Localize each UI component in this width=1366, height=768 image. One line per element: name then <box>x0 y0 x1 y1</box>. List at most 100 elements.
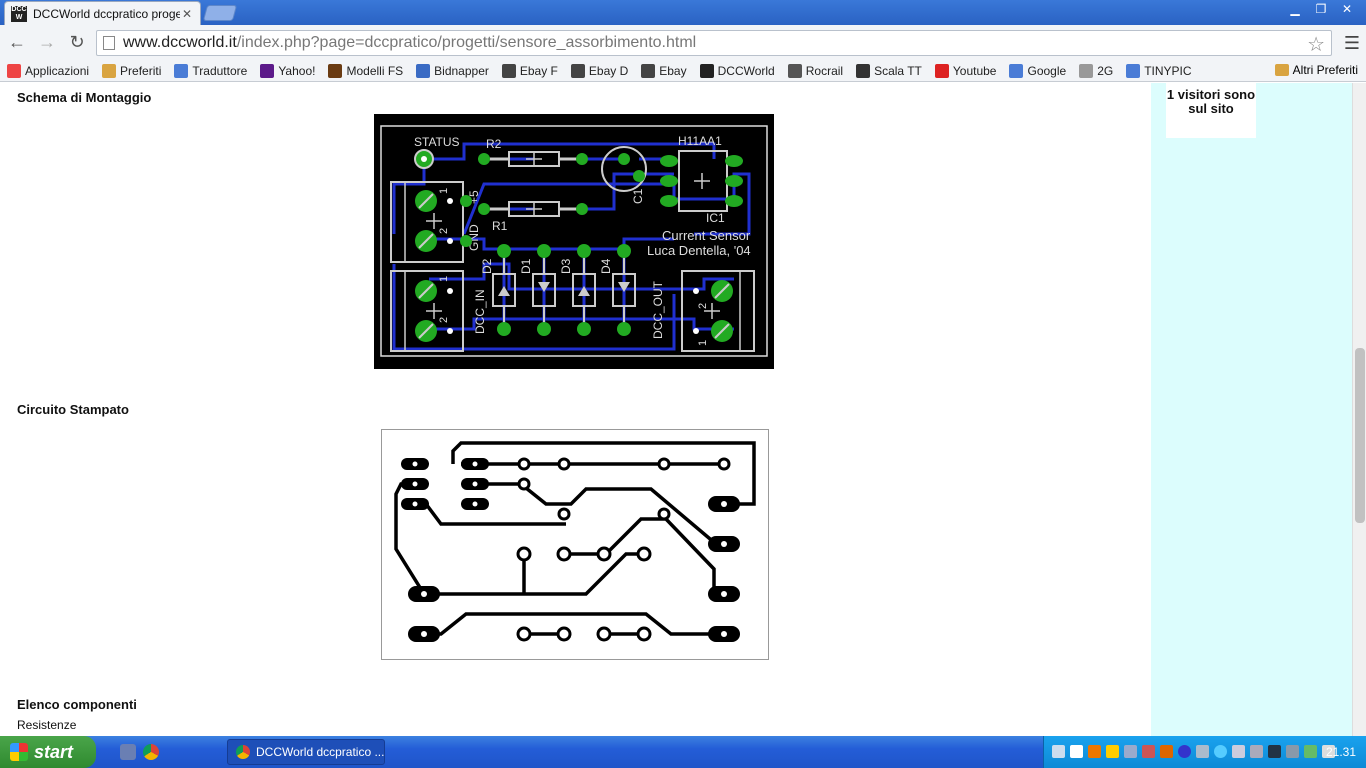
bookmark-label: Applicazioni <box>25 63 90 78</box>
close-window-icon[interactable]: ✕ <box>1336 2 1358 16</box>
taskbar: start DCCWorld dccpratico ... 21.31 <box>0 736 1366 768</box>
bookmark-ebay-d[interactable]: Ebay D <box>570 63 629 78</box>
assembly-diagram: STATUS R2 C1 R1 H11AA1 IC1 Current Senso… <box>374 114 774 369</box>
system-tray: 21.31 <box>1043 736 1366 768</box>
address-bar[interactable]: www.dccworld.it/index.php?page=dccpratic… <box>96 30 1332 56</box>
tray-icon[interactable] <box>1196 745 1209 758</box>
bookmark-label: Ebay D <box>588 63 629 78</box>
tray-icon[interactable] <box>1214 745 1227 758</box>
tab-close-icon[interactable]: ✕ <box>180 7 194 21</box>
folder-icon <box>1274 64 1289 76</box>
tray-icon[interactable] <box>1124 745 1137 758</box>
bookmark-yahoo-[interactable]: Yahoo! <box>260 63 316 78</box>
tray-icon[interactable] <box>1106 745 1119 758</box>
svg-text:H11AA1: H11AA1 <box>678 134 722 148</box>
bluetooth-icon[interactable] <box>1178 745 1191 758</box>
translate-icon <box>174 63 189 78</box>
bookmark-label: Google <box>1027 63 1067 78</box>
tray-icon[interactable] <box>1052 745 1065 758</box>
bookmark-label: Ebay F <box>519 63 558 78</box>
bookmark-label: 2G <box>1097 63 1114 78</box>
clock: 21.31 <box>1325 745 1356 759</box>
bookmark-preferiti[interactable]: Preferiti <box>102 63 161 78</box>
svg-text:D1: D1 <box>519 258 533 274</box>
taskbar-chrome-window[interactable]: DCCWorld dccpratico ... <box>227 739 385 765</box>
ebay-icon <box>501 63 516 78</box>
tray-icon[interactable] <box>1286 745 1299 758</box>
bookmark-label: TINYPIC <box>1144 63 1192 78</box>
bookmark-ebay[interactable]: Ebay <box>641 63 687 78</box>
svg-text:R2: R2 <box>486 137 502 151</box>
scrollbar-thumb[interactable] <box>1355 348 1365 523</box>
svg-text:D2: D2 <box>480 258 494 274</box>
svg-text:Luca Dentella, '04: Luca Dentella, '04 <box>647 243 751 258</box>
folder-icon <box>102 63 117 78</box>
svg-text:Current Sensor: Current Sensor <box>662 228 751 243</box>
bookmark-youtube[interactable]: Youtube <box>934 63 996 78</box>
modelli-icon <box>328 63 343 78</box>
network-icon[interactable] <box>1304 745 1317 758</box>
new-tab-button[interactable] <box>202 5 238 21</box>
bookmark-label: Scala TT <box>874 63 922 78</box>
desktop-icon[interactable] <box>120 744 136 760</box>
bookmark-modelli-fs[interactable]: Modelli FS <box>328 63 404 78</box>
page-content: Schema di Montaggio STATUS R2 C1 R1 H11A… <box>0 83 1352 736</box>
svg-text:D4: D4 <box>599 258 613 274</box>
bookmark-label: Altri Preferiti <box>1292 63 1358 77</box>
vertical-scrollbar[interactable] <box>1352 83 1366 736</box>
bookmark-dccworld[interactable]: DCCWorld <box>699 63 775 78</box>
bookmark-tinypic[interactable]: TINYPIC <box>1126 63 1192 78</box>
bookmark-rocrail[interactable]: Rocrail <box>787 63 843 78</box>
restore-icon[interactable]: ❐ <box>1310 2 1332 16</box>
svg-text:2: 2 <box>438 317 450 323</box>
svg-text:D3: D3 <box>559 258 573 274</box>
tray-icon[interactable] <box>1268 745 1281 758</box>
chrome-icon[interactable] <box>143 744 159 760</box>
bookmarks-bar: Applicazioni Preferiti Traduttore Yahoo! Mod… <box>0 60 1366 82</box>
tray-icon[interactable] <box>1070 745 1083 758</box>
tray-icon[interactable] <box>1088 745 1101 758</box>
youtube-icon <box>934 63 949 78</box>
tray-icon[interactable] <box>1250 745 1263 758</box>
google-icon <box>1009 63 1024 78</box>
bookmark-scala-tt[interactable]: Scala TT <box>856 63 922 78</box>
heading-components: Elenco componenti <box>17 697 137 712</box>
bookmark-other-folder[interactable]: Altri Preferiti <box>1274 63 1358 77</box>
bookmark-google[interactable]: Google <box>1009 63 1067 78</box>
tab-active[interactable]: DCC W DCCWorld dccpratico progetti ✕ <box>4 1 201 25</box>
forward-arrow-icon[interactable]: → <box>34 30 60 56</box>
svg-text:1: 1 <box>438 276 450 282</box>
url-text: www.dccworld.it/index.php?page=dccpratic… <box>123 34 697 51</box>
page-icon <box>103 36 115 50</box>
bookmark-label: Traduttore <box>192 63 248 78</box>
bookmark-label: Modelli FS <box>346 63 404 78</box>
window-controls: ▁ ❐ ✕ <box>1284 2 1358 16</box>
tray-icon[interactable] <box>1160 745 1173 758</box>
bookmark-label: Bidnapper <box>434 63 489 78</box>
tray-icon[interactable] <box>1142 745 1155 758</box>
svg-text:2: 2 <box>438 228 450 234</box>
tray-icon[interactable] <box>1232 745 1245 758</box>
bookmark-star-icon[interactable]: ☆ <box>1307 32 1325 57</box>
bookmark-ebay-f[interactable]: Ebay F <box>501 63 558 78</box>
svg-text:1: 1 <box>438 188 450 194</box>
bookmark-applicazioni[interactable]: Applicazioni <box>7 63 90 78</box>
train-icon <box>787 63 802 78</box>
browser-toolbar: ← → ↻ www.dccworld.it/index.php?page=dcc… <box>0 25 1366 60</box>
reload-icon[interactable]: ↻ <box>64 30 90 56</box>
bookmark-bidnapper[interactable]: Bidnapper <box>416 63 489 78</box>
bookmark-traduttore[interactable]: Traduttore <box>174 63 248 78</box>
start-button[interactable]: start <box>0 736 96 768</box>
svg-text:IC1: IC1 <box>706 211 725 225</box>
minimize-icon[interactable]: ▁ <box>1284 2 1306 16</box>
heading-schema: Schema di Montaggio <box>17 90 152 105</box>
menu-icon[interactable]: ☰ <box>1344 33 1360 54</box>
bookmark-label: DCCWorld <box>717 63 775 78</box>
tab-title: DCCWorld dccpratico progetti <box>33 6 180 21</box>
svg-text:R1: R1 <box>492 219 508 233</box>
back-arrow-icon[interactable]: ← <box>4 30 30 56</box>
bookmark-2g[interactable]: 2G <box>1079 63 1114 78</box>
tinypic-icon <box>1126 63 1141 78</box>
bookmark-label: Yahoo! <box>278 63 316 78</box>
right-sidebar: 1 visitori sono sul sito <box>1151 83 1352 736</box>
